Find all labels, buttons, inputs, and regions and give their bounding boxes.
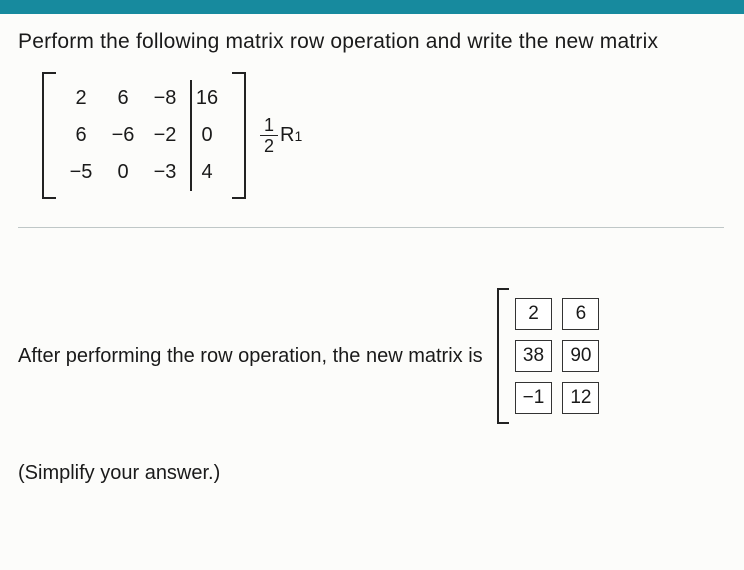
- question-content: Perform the following matrix row operati…: [0, 0, 744, 485]
- matrix-cell: 4: [186, 154, 228, 191]
- matrix-body: 2 6 −8 16 6 −6 −2 0 −5 0 −3 4: [56, 72, 232, 199]
- row-subscript: 1: [294, 128, 302, 144]
- section-divider: [18, 227, 724, 228]
- fraction: 1 2: [260, 116, 278, 155]
- fraction-denominator: 2: [264, 136, 274, 155]
- augment-divider: [190, 80, 192, 191]
- matrix-operation: 2 6 −8 16 6 −6 −2 0 −5 0 −3 4 1: [42, 72, 724, 199]
- answer-input[interactable]: 6: [562, 298, 599, 330]
- matrix-cell: 6: [60, 117, 102, 154]
- answer-input[interactable]: 38: [515, 340, 553, 372]
- answer-input[interactable]: 12: [562, 382, 599, 414]
- matrix-cell: 0: [102, 154, 144, 191]
- row-symbol: R: [280, 124, 294, 147]
- matrix-cell: −6: [102, 117, 144, 154]
- bracket-left: [497, 288, 509, 424]
- answer-row: After performing the row operation, the …: [18, 288, 724, 424]
- bracket-right: [232, 72, 246, 199]
- instruction-text: Perform the following matrix row operati…: [18, 30, 724, 54]
- answer-input[interactable]: −1: [515, 382, 553, 414]
- matrix-cell: −3: [144, 154, 186, 191]
- matrix-cell: −2: [144, 117, 186, 154]
- simplify-note: (Simplify your answer.): [18, 462, 724, 485]
- answer-prompt: After performing the row operation, the …: [18, 345, 483, 368]
- matrix-cell: 16: [186, 80, 228, 117]
- answer-input[interactable]: 90: [562, 340, 599, 372]
- matrix-cell: 0: [186, 117, 228, 154]
- matrix-cell: −5: [60, 154, 102, 191]
- bracket-left: [42, 72, 56, 199]
- matrix-cell: 2: [60, 80, 102, 117]
- fraction-numerator: 1: [260, 116, 278, 136]
- header-accent-bar: [0, 0, 744, 14]
- row-operation-label: 1 2 R1: [256, 116, 302, 155]
- matrix-cell: −8: [144, 80, 186, 117]
- answer-matrix: 2 6 38 90 −1 12: [497, 288, 606, 424]
- matrix-cell: 6: [102, 80, 144, 117]
- answer-input[interactable]: 2: [515, 298, 553, 330]
- source-matrix: 2 6 −8 16 6 −6 −2 0 −5 0 −3 4: [42, 72, 246, 199]
